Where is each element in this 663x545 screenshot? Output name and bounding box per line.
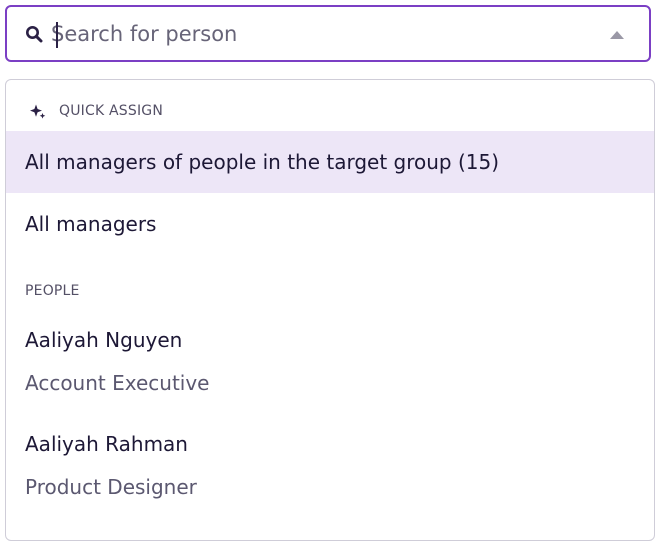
option-managers-of-target-group[interactable]: All managers of people in the target gro… bbox=[6, 131, 654, 193]
list-item-person[interactable]: Aaliyah Nguyen Account Executive bbox=[6, 328, 654, 395]
text-cursor bbox=[56, 22, 58, 48]
person-search-combobox[interactable] bbox=[5, 5, 651, 62]
sparkle-icon bbox=[30, 104, 46, 119]
quick-assign-header: QUICK ASSIGN bbox=[59, 103, 164, 119]
search-results-dropdown: QUICK ASSIGN All managers of people in t… bbox=[5, 79, 655, 541]
option-all-managers[interactable]: All managers bbox=[6, 193, 654, 255]
person-title: Account Executive bbox=[25, 371, 210, 395]
people-header: PEOPLE bbox=[25, 283, 80, 299]
person-title: Product Designer bbox=[25, 475, 197, 499]
person-name: Aaliyah Nguyen bbox=[25, 328, 183, 352]
person-name: Aaliyah Rahman bbox=[25, 432, 188, 456]
chevron-up-icon[interactable] bbox=[610, 31, 624, 39]
search-icon bbox=[26, 26, 43, 43]
search-input[interactable] bbox=[51, 19, 571, 49]
list-item-person[interactable]: Aaliyah Rahman Product Designer bbox=[6, 432, 654, 499]
